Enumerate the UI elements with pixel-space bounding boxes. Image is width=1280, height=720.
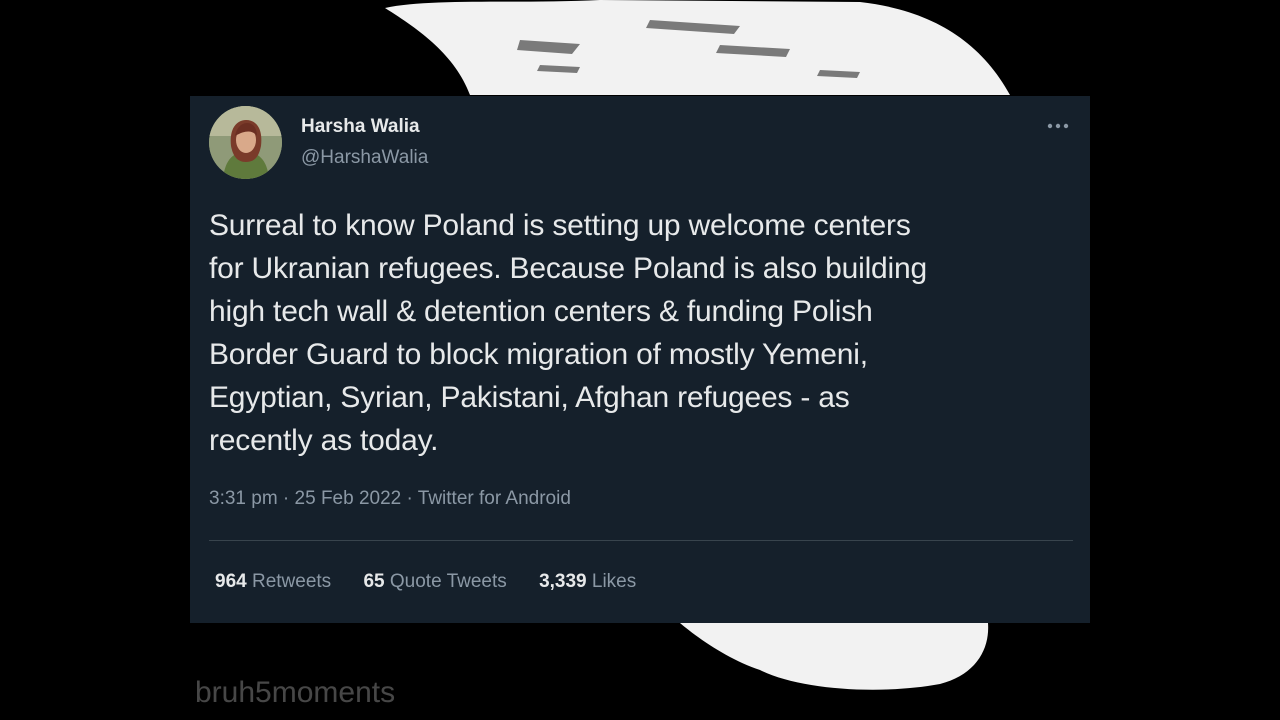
tweet-text-line: Surreal to know Poland is setting up wel… (209, 209, 911, 242)
tweet-text-line: Egyptian, Syrian, Pakistani, Afghan refu… (209, 381, 850, 414)
tweet-text-line: recently as today. (209, 424, 439, 457)
retweets-label: Retweets (251, 571, 332, 592)
quote-tweets-stat[interactable]: 65 Quote Tweets (363, 571, 506, 593)
divider (209, 540, 1073, 541)
more-horizontal-icon[interactable] (1044, 118, 1074, 134)
retweets-stat[interactable]: 964 Retweets (215, 571, 331, 593)
tweet-text-line: for Ukranian refugees. Because Poland is… (209, 252, 927, 285)
user-handle[interactable]: @HarshaWalia (301, 147, 428, 169)
likes-label: Likes (591, 571, 637, 592)
likes-count: 3,339 (539, 571, 587, 592)
tweet-text-line: high tech wall & detention centers & fun… (209, 295, 873, 328)
profile-photo-icon (209, 106, 282, 179)
tweet-stats: 964 Retweets 65 Quote Tweets 3,339 Likes (215, 571, 663, 593)
quote-tweets-count: 65 (363, 571, 385, 592)
tweet-text-line: Border Guard to block migration of mostl… (209, 338, 868, 371)
tweet-card: Harsha Walia @HarshaWalia Surreal to kno… (190, 96, 1090, 623)
retweets-count: 964 (215, 571, 247, 592)
likes-stat[interactable]: 3,339 Likes (539, 571, 636, 593)
quote-tweets-label: Quote Tweets (389, 571, 507, 592)
tweet-text: Surreal to know Poland is setting up wel… (209, 204, 1069, 462)
watermark: bruh5moments (195, 676, 396, 709)
display-name[interactable]: Harsha Walia (301, 116, 420, 138)
video-frame: Harsha Walia @HarshaWalia Surreal to kno… (0, 0, 1280, 720)
tweet-timestamp[interactable]: 3:31 pm · 25 Feb 2022 · Twitter for Andr… (209, 488, 571, 510)
avatar[interactable] (209, 106, 282, 179)
